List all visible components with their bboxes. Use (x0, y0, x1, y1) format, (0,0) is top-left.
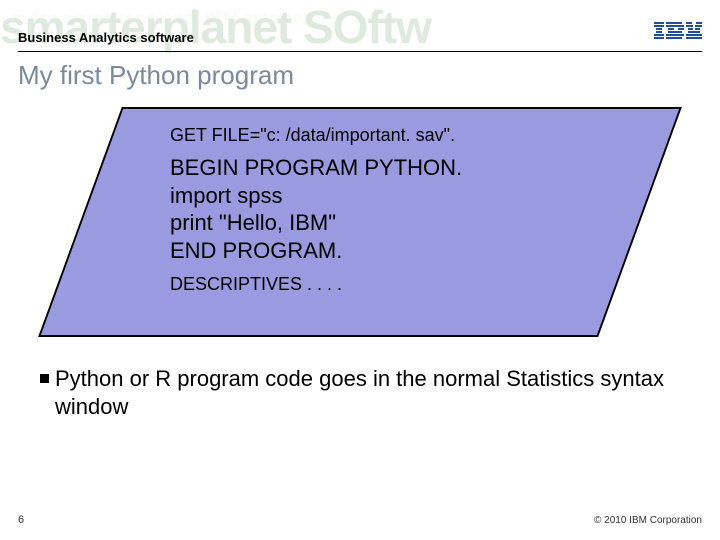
header-brand-line: Business Analytics software (18, 30, 194, 45)
page-number: 6 (18, 514, 24, 526)
slide-header: Business Analytics software (0, 0, 720, 51)
bullet-square-icon (40, 374, 49, 383)
code-line-getfile: GET FILE="c: /data/important. sav". (170, 125, 610, 146)
slide-footer: 6 © 2010 IBM Corporation (18, 514, 702, 526)
bullet-item: Python or R program code goes in the nor… (40, 365, 680, 420)
code-content: GET FILE="c: /data/important. sav". BEGI… (80, 107, 640, 313)
code-line-descriptives: DESCRIPTIVES . . . . (170, 274, 610, 295)
code-block-program: BEGIN PROGRAM PYTHON. import spss print … (170, 154, 610, 264)
bullet-text: Python or R program code goes in the nor… (55, 365, 680, 420)
copyright-text: © 2010 IBM Corporation (594, 515, 702, 526)
slide-title: My first Python program (0, 52, 720, 95)
bullet-list: Python or R program code goes in the nor… (0, 337, 720, 420)
ibm-logo (654, 22, 702, 45)
code-parallelogram: GET FILE="c: /data/important. sav". BEGI… (80, 107, 640, 337)
